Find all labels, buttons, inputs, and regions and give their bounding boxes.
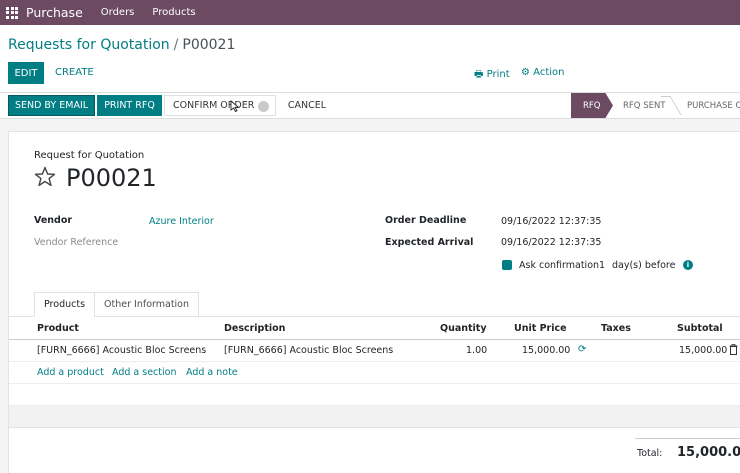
cursor-icon	[230, 100, 240, 112]
form-sheet: Request for Quotation P00021 Vendor Azur…	[8, 131, 740, 473]
trash-icon[interactable]	[729, 344, 738, 355]
ask-confirmation-label: Ask confirmation	[519, 260, 600, 271]
column-taxes[interactable]: Taxes	[601, 323, 631, 334]
cell-unit-price: 15,000.00	[522, 345, 571, 356]
cell-description: [FURN_6666] Acoustic Bloc Screens	[224, 345, 394, 356]
info-icon[interactable]: i	[683, 260, 693, 270]
notebook-tabs: Products Other Information	[34, 292, 200, 317]
total-label: Total:	[637, 448, 663, 459]
menu-item-products[interactable]: Products	[152, 7, 195, 18]
top-navbar: Purchase Orders Products	[0, 0, 740, 25]
table-header: Product Description Quantity Unit Price …	[9, 318, 740, 340]
add-line-row: Add a product Add a section Add a note	[9, 362, 740, 384]
stage-rfq[interactable]: RFQ	[571, 93, 613, 118]
apps-grid-icon[interactable]	[6, 6, 18, 19]
gear-icon: ⚙	[521, 67, 530, 78]
confirm-order-label: CONFIRM ORDER	[173, 100, 255, 111]
ask-confirmation-suffix: day(s) before	[612, 260, 676, 271]
column-subtotal[interactable]: Subtotal	[677, 323, 723, 334]
print-button[interactable]: 🖶 Print	[474, 67, 510, 84]
breadcrumb-parent[interactable]: Requests for Quotation	[8, 37, 170, 53]
vendor-field[interactable]: Azure Interior	[149, 216, 214, 227]
order-deadline-field[interactable]: 09/16/2022 12:37:35	[501, 216, 601, 227]
empty-row	[9, 384, 740, 406]
empty-row	[9, 406, 740, 428]
vendor-reference-label: Vendor Reference	[34, 237, 119, 248]
edit-button[interactable]: EDIT	[8, 62, 44, 84]
cancel-button[interactable]: CANCEL	[278, 95, 336, 116]
confirm-order-button[interactable]: CONFIRM ORDER	[164, 95, 276, 116]
star-icon[interactable]	[33, 165, 57, 189]
document-type-label: Request for Quotation	[34, 150, 145, 161]
vendor-label: Vendor	[34, 215, 73, 226]
breadcrumb-separator: /	[173, 37, 179, 53]
print-label: Print	[486, 69, 510, 80]
total-value: 15,000.00	[677, 445, 740, 460]
refresh-icon[interactable]: ⟳	[578, 344, 586, 355]
column-unit-price[interactable]: Unit Price	[514, 323, 567, 334]
tab-other-information[interactable]: Other Information	[94, 292, 200, 317]
control-panel: Requests for Quotation / P00021 EDIT CREAT…	[0, 25, 740, 93]
add-section-link[interactable]: Add a section	[112, 367, 176, 378]
create-button[interactable]: CREATE	[55, 67, 94, 78]
column-description[interactable]: Description	[224, 323, 285, 334]
ask-confirmation-checkbox[interactable]	[502, 260, 512, 270]
add-product-link[interactable]: Add a product	[37, 367, 104, 378]
expected-arrival-field[interactable]: 09/16/2022 12:37:35	[501, 237, 601, 248]
stage-purchase-order[interactable]: PURCHASE O	[678, 93, 740, 118]
document-name: P00021	[66, 164, 157, 192]
print-rfq-button[interactable]: PRINT RFQ	[97, 95, 162, 116]
order-deadline-label: Order Deadline	[385, 215, 467, 226]
action-label: Action	[533, 67, 565, 78]
status-bar: SEND BY EMAIL PRINT RFQ CONFIRM ORDER CA…	[0, 93, 740, 119]
breadcrumb: Requests for Quotation / P00021	[8, 37, 235, 53]
table-row[interactable]: [FURN_6666] Acoustic Bloc Screens [FURN_…	[9, 340, 740, 362]
cell-quantity: 1.00	[466, 345, 488, 356]
total-divider	[635, 438, 740, 439]
add-note-link[interactable]: Add a note	[186, 367, 238, 378]
menu-item-orders[interactable]: Orders	[101, 7, 135, 18]
breadcrumb-current: P00021	[182, 37, 236, 53]
app-name[interactable]: Purchase	[26, 5, 83, 20]
tab-products[interactable]: Products	[34, 292, 96, 317]
print-icon: 🖶	[474, 69, 484, 80]
ask-confirmation-days[interactable]: 1	[599, 260, 605, 271]
column-product[interactable]: Product	[37, 323, 79, 334]
send-by-email-button[interactable]: SEND BY EMAIL	[8, 95, 95, 116]
expected-arrival-label: Expected Arrival	[385, 237, 474, 248]
user-icon	[258, 101, 269, 112]
column-quantity[interactable]: Quantity	[440, 323, 487, 334]
action-button[interactable]: ⚙ Action	[521, 67, 564, 78]
cell-product: [FURN_6666] Acoustic Bloc Screens	[37, 345, 207, 356]
cell-subtotal: 15,000.00	[679, 345, 728, 356]
